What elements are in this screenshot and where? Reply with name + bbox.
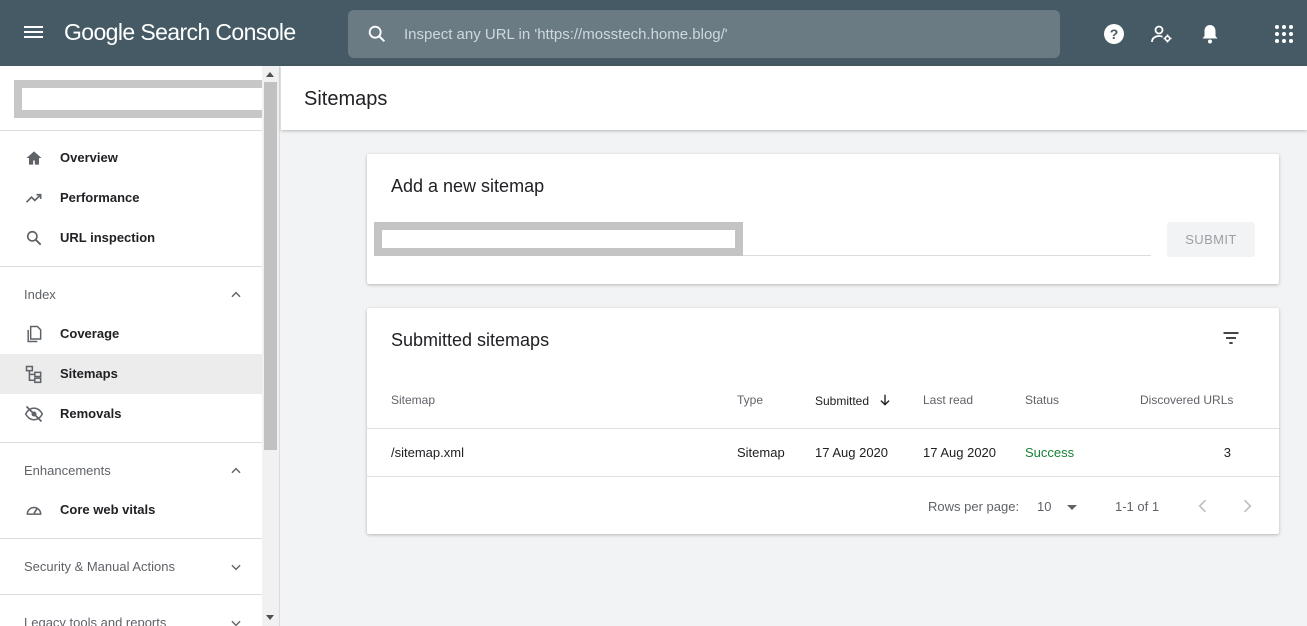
brand-logo[interactable]: Google Search Console	[64, 19, 296, 46]
column-header-type[interactable]: Type	[737, 393, 763, 407]
column-header-discovered-urls[interactable]: Discovered URLs	[1140, 393, 1233, 407]
sidebar-item-url-inspection[interactable]: URL inspection	[0, 218, 262, 258]
next-page-icon[interactable]	[1237, 496, 1257, 516]
chevron-down-icon	[231, 564, 241, 571]
rows-per-page-label: Rows per page:	[928, 499, 1020, 514]
url-inspect-search[interactable]	[348, 10, 1060, 58]
sidebar-divider	[0, 130, 262, 131]
chevron-up-icon	[231, 291, 241, 298]
sidebar-divider	[0, 442, 262, 443]
pagination-range: 1-1 of 1	[1115, 499, 1160, 514]
sidebar-section-enhancements[interactable]: Enhancements	[0, 450, 262, 490]
sidebar-item-core-web-vitals[interactable]: Core web vitals	[0, 490, 262, 530]
sidebar-item-sitemaps[interactable]: Sitemaps	[0, 354, 262, 394]
sidebar-scrollbar[interactable]	[262, 66, 279, 626]
section-label: Enhancements	[24, 463, 111, 478]
sidebar-item-label: Core web vitals	[60, 502, 156, 517]
add-sitemap-card: Add a new sitemap SUBMIT	[367, 154, 1279, 284]
submitted-sitemaps-heading: Submitted sitemaps	[391, 330, 550, 350]
apps-grid-icon[interactable]	[1272, 22, 1296, 46]
sidebar-item-label: Performance	[60, 190, 140, 205]
row-divider	[367, 476, 1279, 477]
submit-button[interactable]: SUBMIT	[1167, 222, 1255, 257]
column-header-last-read[interactable]: Last read	[923, 393, 973, 407]
sidebar-divider	[0, 594, 262, 595]
notifications-icon[interactable]	[1198, 22, 1222, 46]
sidebar-section-legacy[interactable]: Legacy tools and reports	[0, 602, 262, 626]
sidebar-item-performance[interactable]: Performance	[0, 178, 262, 218]
dropdown-caret-icon	[1067, 505, 1077, 510]
top-app-bar: Google Search Console ?	[0, 0, 1307, 66]
filter-icon[interactable]	[1221, 328, 1241, 348]
add-sitemap-heading: Add a new sitemap	[391, 176, 545, 196]
trending-icon	[25, 193, 42, 203]
scroll-thumb[interactable]	[264, 82, 277, 450]
page-header: Sitemaps	[281, 66, 1307, 130]
sidebar-section-index[interactable]: Index	[0, 274, 262, 314]
sort-arrow-down-icon	[880, 394, 890, 406]
submitted-sitemaps-card: Submitted sitemaps Sitemap Type Submitte…	[367, 308, 1279, 534]
sidebar-nav: Overview Performance URL inspection Inde…	[0, 66, 280, 626]
cell-type: Sitemap	[737, 445, 785, 460]
rows-per-page-select[interactable]: 10	[1037, 499, 1081, 517]
column-header-label: Submitted	[815, 394, 870, 408]
column-header-status[interactable]: Status	[1025, 393, 1059, 407]
cell-sitemap: /sitemap.xml	[391, 445, 464, 460]
page-title: Sitemaps	[304, 88, 388, 110]
eye-off-icon	[24, 405, 44, 423]
gauge-icon	[26, 506, 42, 515]
column-header-sitemap[interactable]: Sitemap	[391, 393, 435, 407]
row-divider	[367, 428, 1279, 429]
search-icon	[26, 230, 42, 246]
sitemap-input-underline	[743, 255, 1151, 256]
sidebar-item-label: Overview	[60, 150, 118, 165]
user-settings-icon[interactable]	[1150, 22, 1174, 46]
chevron-up-icon	[231, 467, 241, 474]
sidebar-item-overview[interactable]: Overview	[0, 138, 262, 178]
sidebar-item-coverage[interactable]: Coverage	[0, 314, 262, 354]
sidebar-item-label: URL inspection	[60, 230, 156, 245]
scroll-up-arrow[interactable]	[266, 72, 274, 77]
section-label: Index	[24, 287, 56, 302]
previous-page-icon[interactable]	[1193, 496, 1213, 516]
chevron-down-icon	[231, 620, 241, 626]
property-selector[interactable]	[14, 80, 270, 118]
section-label: Legacy tools and reports	[24, 615, 167, 626]
cell-discovered-urls: 3	[1223, 445, 1231, 460]
sidebar-item-label: Removals	[60, 406, 122, 421]
search-icon	[368, 25, 386, 43]
sitemap-url-input[interactable]	[374, 222, 743, 256]
search-input[interactable]	[404, 22, 1024, 46]
rows-per-page-value: 10	[1037, 499, 1052, 514]
sidebar-item-label: Coverage	[60, 326, 120, 341]
column-header-submitted[interactable]: Submitted	[815, 393, 892, 408]
menu-icon[interactable]	[24, 24, 46, 42]
cell-last-read: 17 Aug 2020	[923, 445, 997, 460]
sidebar-item-label: Sitemaps	[60, 366, 118, 381]
coverage-icon	[27, 325, 42, 343]
sidebar-divider	[0, 266, 262, 267]
sidebar-section-security[interactable]: Security & Manual Actions	[0, 546, 262, 586]
section-label: Security & Manual Actions	[24, 559, 176, 574]
scroll-down-arrow[interactable]	[266, 615, 274, 620]
sidebar-item-removals[interactable]: Removals	[0, 394, 262, 434]
home-icon	[26, 151, 42, 165]
sitemap-icon	[25, 365, 42, 384]
help-icon[interactable]: ?	[1102, 22, 1126, 46]
cell-submitted: 17 Aug 2020	[815, 445, 889, 460]
cell-status: Success	[1025, 445, 1075, 460]
sidebar-divider	[0, 538, 262, 539]
svg-text:?: ?	[1110, 26, 1119, 42]
